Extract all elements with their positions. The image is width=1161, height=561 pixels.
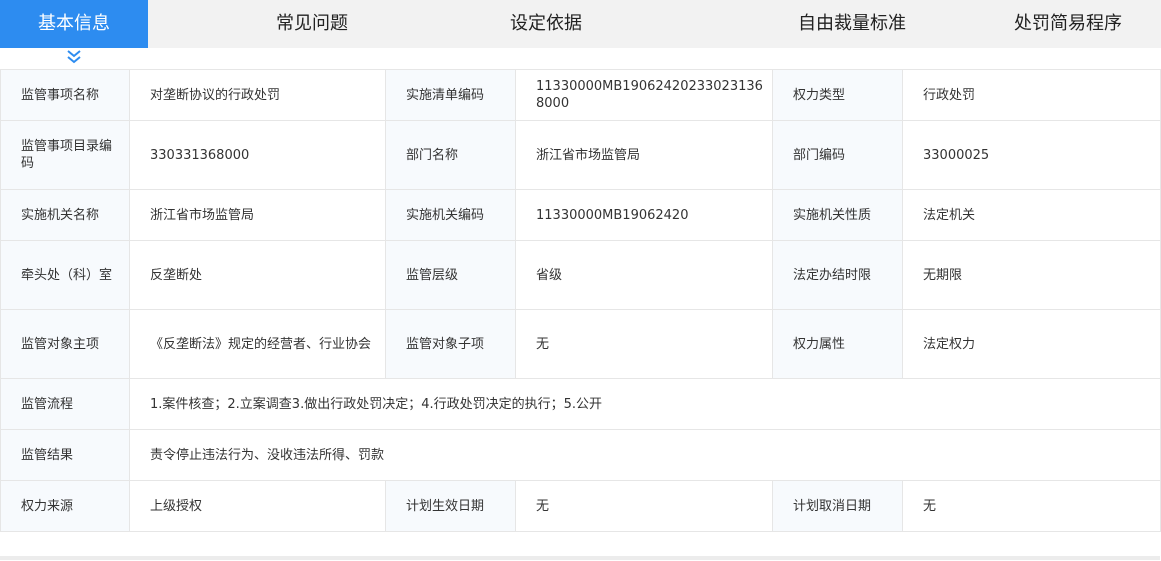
field-label: 权力来源	[0, 480, 130, 532]
table-row: 牵头处（科）室 反垄断处 监管层级 省级 法定办结时限 无期限	[0, 240, 1161, 310]
field-value: 33000025	[902, 120, 1161, 190]
field-label: 实施机关性质	[772, 189, 903, 241]
field-label: 计划取消日期	[772, 480, 903, 532]
field-value: 无	[902, 480, 1161, 532]
field-label: 权力类型	[772, 69, 903, 121]
field-value: 1.案件核查；2.立案调查3.做出行政处罚决定；4.行政处罚决定的执行；5.公开	[129, 378, 1161, 430]
field-value: 行政处罚	[902, 69, 1161, 121]
tab-discretion-standard[interactable]: 自由裁量标准	[724, 0, 980, 48]
field-label: 监管结果	[0, 429, 130, 481]
field-label: 计划生效日期	[385, 480, 516, 532]
field-label: 部门编码	[772, 120, 903, 190]
field-label: 实施清单编码	[385, 69, 516, 121]
tab-basis[interactable]: 设定依据	[472, 0, 620, 48]
chevron-down-icon	[67, 50, 81, 64]
field-value: 11330000MB19062420233023136​8000	[515, 69, 773, 121]
field-value: 无	[515, 309, 773, 379]
field-value: 上级授权	[129, 480, 386, 532]
field-label: 牵头处（科）室	[0, 240, 130, 310]
field-value: 法定机关	[902, 189, 1161, 241]
field-value: 无期限	[902, 240, 1161, 310]
field-value: 浙江省市场监管局	[129, 189, 386, 241]
table-row: 监管结果 责令停止违法行为、没收违法所得、罚款	[0, 429, 1161, 481]
field-label: 法定办结时限	[772, 240, 903, 310]
field-label: 监管对象主项	[0, 309, 130, 379]
field-label: 监管事项目录编码	[0, 120, 130, 190]
field-label: 监管事项名称	[0, 69, 130, 121]
tab-bar: 基本信息 常见问题 设定依据 自由裁量标准 处罚简易程序	[0, 0, 1161, 48]
field-value: 法定权力	[902, 309, 1161, 379]
field-label: 监管对象子项	[385, 309, 516, 379]
field-label: 实施机关名称	[0, 189, 130, 241]
table-row: 实施机关名称 浙江省市场监管局 实施机关编码 11330000MB1906242…	[0, 189, 1161, 241]
field-value: 11330000MB19062420	[515, 189, 773, 241]
field-value: 无	[515, 480, 773, 532]
table-row: 监管流程 1.案件核查；2.立案调查3.做出行政处罚决定；4.行政处罚决定的执行…	[0, 378, 1161, 430]
tab-faq[interactable]: 常见问题	[238, 0, 386, 48]
tab-simple-procedure[interactable]: 处罚简易程序	[990, 0, 1146, 48]
field-label: 权力属性	[772, 309, 903, 379]
field-value: 对垄断协议的行政处罚	[129, 69, 386, 121]
field-label: 部门名称	[385, 120, 516, 190]
table-row: 监管事项名称 对垄断协议的行政处罚 实施清单编码 11330000MB19062…	[0, 69, 1161, 121]
basic-info-panel: 监管事项名称 对垄断协议的行政处罚 实施清单编码 11330000MB19062…	[0, 69, 1161, 560]
field-label: 监管层级	[385, 240, 516, 310]
tab-basic-info[interactable]: 基本信息	[0, 0, 148, 48]
field-value: 《反垄断法》规定的经营者、行业协会	[129, 309, 386, 379]
table-row: 权力来源 上级授权 计划生效日期 无 计划取消日期 无	[0, 480, 1161, 532]
field-label: 实施机关编码	[385, 189, 516, 241]
field-value: 责令停止违法行为、没收违法所得、罚款	[129, 429, 1161, 481]
table-row: 监管事项目录编码 330331368000 部门名称 浙江省市场监管局 部门编码…	[0, 120, 1161, 190]
field-value: 浙江省市场监管局	[515, 120, 773, 190]
field-value: 330331368000	[129, 120, 386, 190]
field-value: 反垄断处	[129, 240, 386, 310]
table-row: 监管对象主项 《反垄断法》规定的经营者、行业协会 监管对象子项 无 权力属性 法…	[0, 309, 1161, 379]
info-table: 监管事项名称 对垄断协议的行政处罚 实施清单编码 11330000MB19062…	[0, 69, 1161, 532]
field-label: 监管流程	[0, 378, 130, 430]
field-value: 省级	[515, 240, 773, 310]
